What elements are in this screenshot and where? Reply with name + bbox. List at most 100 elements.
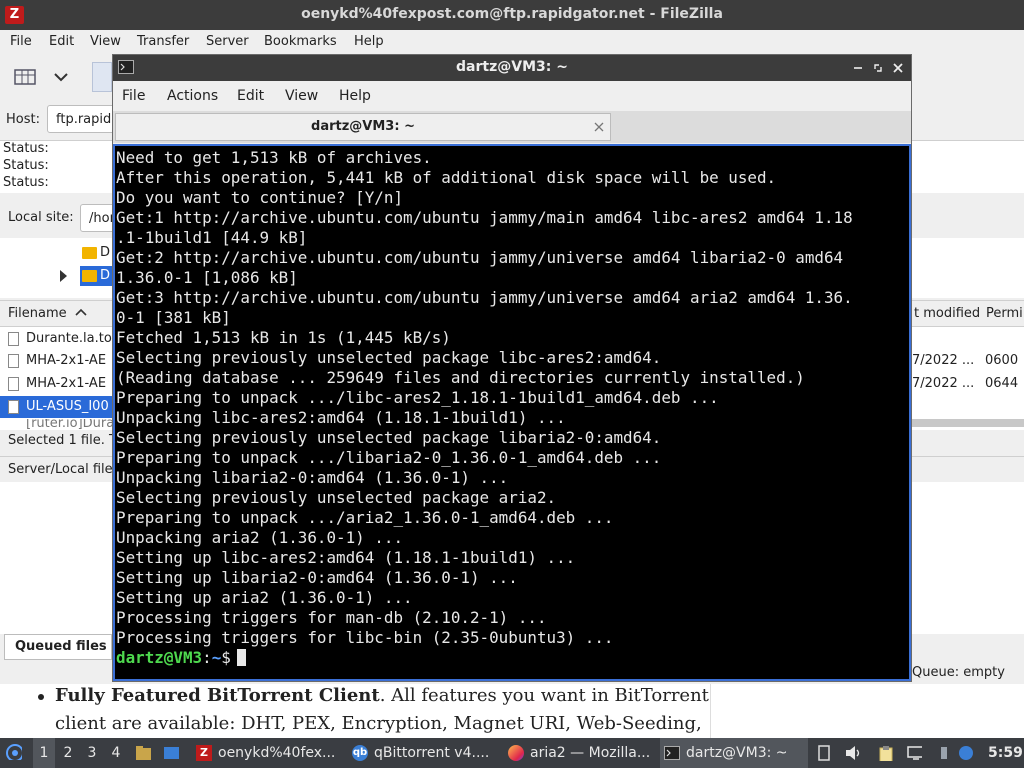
minimize-icon[interactable]: [851, 61, 865, 75]
terminal-window-title: dartz@VM3: ~: [456, 59, 568, 75]
file-icon: [8, 354, 19, 368]
term-menu-help[interactable]: Help: [339, 88, 371, 104]
terminal-line: Setting up libc-ares2:amd64 (1.18.1-1bui…: [116, 548, 576, 567]
tree-item[interactable]: D: [100, 245, 110, 260]
filezilla-icon: Z: [196, 745, 212, 761]
host-label: Host:: [6, 112, 40, 127]
feature-text-line2: client are available: DHT, PEX, Encrypti…: [55, 713, 702, 734]
terminal-line: .1-1build1 [44.9 kB]: [116, 228, 308, 247]
browser-content-strip: Fully Featured BitTorrent Client. All fe…: [0, 684, 1024, 738]
maximize-icon[interactable]: [871, 61, 885, 75]
column-filename[interactable]: Filename: [0, 301, 112, 327]
terminal-line: Preparing to unpack .../libaria2-0_1.36.…: [116, 448, 662, 467]
terminal-line: Do you want to continue? [Y/n]: [116, 188, 404, 207]
task-filezilla[interactable]: Z oenykd%40fex...: [192, 738, 342, 768]
terminal-tab[interactable]: dartz@VM3: ~: [115, 113, 611, 141]
prompt-symbol: $: [221, 648, 231, 667]
horizontal-scrollbar[interactable]: [912, 419, 1024, 427]
log-line: Status:: [3, 158, 49, 173]
term-menu-view[interactable]: View: [285, 88, 318, 104]
column-divider: [710, 684, 711, 738]
terminal-line: After this operation, 5,441 kB of additi…: [116, 168, 777, 187]
terminal-line: Unpacking libc-ares2:amd64 (1.18.1-1buil…: [116, 408, 566, 427]
column-last-modified[interactable]: t modified: [912, 301, 982, 327]
network-icon[interactable]: [906, 745, 922, 761]
file-row-selected[interactable]: UL-ASUS_I00: [0, 396, 112, 418]
start-menu-icon[interactable]: [6, 744, 22, 760]
workspace-3[interactable]: 3: [81, 738, 103, 768]
column-permissions[interactable]: Permi: [982, 301, 1024, 327]
file-icon: [8, 400, 19, 414]
workspace-1[interactable]: 1: [33, 738, 55, 768]
terminal-line: Processing triggers for libc-bin (2.35-0…: [116, 628, 614, 647]
prompt-path: ~: [211, 648, 222, 667]
site-manager-icon[interactable]: [10, 62, 40, 92]
terminal-line: Setting up libaria2-0:amd64 (1.36.0-1) .…: [116, 568, 518, 587]
task-qbittorrent[interactable]: qb qBittorrent v4....: [348, 738, 498, 768]
taskbar: 1 2 3 4 Z oenykd%40fex... qb qBittorrent…: [0, 738, 1024, 768]
fz-menu-edit[interactable]: Edit: [49, 34, 74, 49]
terminal-titlebar[interactable]: dartz@VM3: ~: [113, 55, 911, 81]
fz-menu-server[interactable]: Server: [206, 34, 249, 49]
fz-menu-help[interactable]: Help: [354, 34, 384, 49]
terminal-line: Fetched 1,513 kB in 1s (1,445 kB/s): [116, 328, 451, 347]
terminal-prompt[interactable]: dartz@VM3:~$: [116, 648, 853, 668]
host-input[interactable]: ftp.rapid: [47, 105, 117, 133]
tray-icon[interactable]: [938, 745, 954, 761]
chevron-down-icon[interactable]: [46, 62, 76, 92]
queue-empty-label: Queue: empty: [912, 665, 1005, 680]
text-cursor: [236, 649, 246, 666]
clipboard-icon[interactable]: [878, 745, 894, 761]
scroll-lock-icon[interactable]: [816, 745, 832, 761]
workspace-4[interactable]: 4: [105, 738, 127, 768]
qbittorrent-tray-icon[interactable]: [958, 745, 974, 761]
feature-text: . All features you want in BitTorrent: [379, 685, 709, 706]
terminal-line: Get:2 http://archive.ubuntu.com/ubuntu j…: [116, 248, 844, 267]
tab-close-icon[interactable]: [592, 120, 606, 134]
filezilla-window-title: oenykd%40fexpost.com@ftp.rapidgator.net …: [301, 6, 723, 22]
firefox-icon: [508, 745, 524, 761]
terminal-line: Get:1 http://archive.ubuntu.com/ubuntu j…: [116, 208, 853, 227]
term-menu-file[interactable]: File: [122, 88, 145, 104]
fz-menu-view[interactable]: View: [90, 34, 121, 49]
fz-menu-file[interactable]: File: [10, 34, 32, 49]
terminal-line: (Reading database ... 259649 files and d…: [116, 368, 805, 387]
expand-arrow-icon[interactable]: [60, 270, 67, 282]
file-manager-icon[interactable]: [135, 745, 151, 761]
prompt-separator: :: [202, 648, 212, 667]
tab-queued-files[interactable]: Queued files: [4, 634, 112, 660]
volume-icon[interactable]: [844, 745, 860, 761]
task-terminal-active[interactable]: dartz@VM3: ~: [660, 738, 808, 768]
terminal-line: Selecting previously unselected package …: [116, 488, 557, 507]
toggle-log-icon[interactable]: [92, 62, 112, 92]
terminal-output[interactable]: Need to get 1,513 kB of archives. After …: [113, 144, 911, 681]
terminal-line: Processing triggers for man-db (2.10.2-1…: [116, 608, 547, 627]
term-menu-actions[interactable]: Actions: [167, 88, 218, 104]
terminal-line: Preparing to unpack .../libc-ares2_1.18.…: [116, 388, 719, 407]
clock[interactable]: 5:59: [988, 738, 1023, 768]
folder-icon: [82, 247, 97, 259]
terminal-line: Get:3 http://archive.ubuntu.com/ubuntu j…: [116, 288, 853, 307]
terminal-menubar: File Actions Edit View Help: [113, 81, 911, 111]
fz-menu-bookmarks[interactable]: Bookmarks: [264, 34, 337, 49]
log-line: Status:: [3, 141, 49, 156]
column-server-local-file[interactable]: Server/Local file: [8, 462, 113, 477]
terminal-line: 1.36.0-1 [1,086 kB]: [116, 268, 298, 287]
terminal-line: Selecting previously unselected package …: [116, 348, 662, 367]
task-firefox[interactable]: aria2 — Mozilla...: [504, 738, 654, 768]
term-menu-edit[interactable]: Edit: [237, 88, 264, 104]
terminal-tab-title: dartz@VM3: ~: [311, 119, 415, 134]
close-icon[interactable]: [891, 61, 905, 75]
terminal-line: Selecting previously unselected package …: [116, 428, 662, 447]
file-icon: [8, 332, 19, 346]
show-desktop-icon[interactable]: [163, 745, 179, 761]
terminal-line: Preparing to unpack .../aria2_1.36.0-1_a…: [116, 508, 614, 527]
workspace-2[interactable]: 2: [57, 738, 79, 768]
terminal-line: Unpacking libaria2-0:amd64 (1.36.0-1) ..…: [116, 468, 509, 487]
fz-menu-transfer[interactable]: Transfer: [137, 34, 189, 49]
filezilla-menubar: File Edit View Transfer Server Bookmarks…: [0, 30, 1024, 54]
local-site-label: Local site:: [8, 210, 74, 225]
terminal-window: dartz@VM3: ~ File Actions Edit View Help…: [112, 54, 912, 682]
feature-heading: Fully Featured BitTorrent Client: [55, 685, 380, 706]
file-icon: [8, 377, 19, 391]
